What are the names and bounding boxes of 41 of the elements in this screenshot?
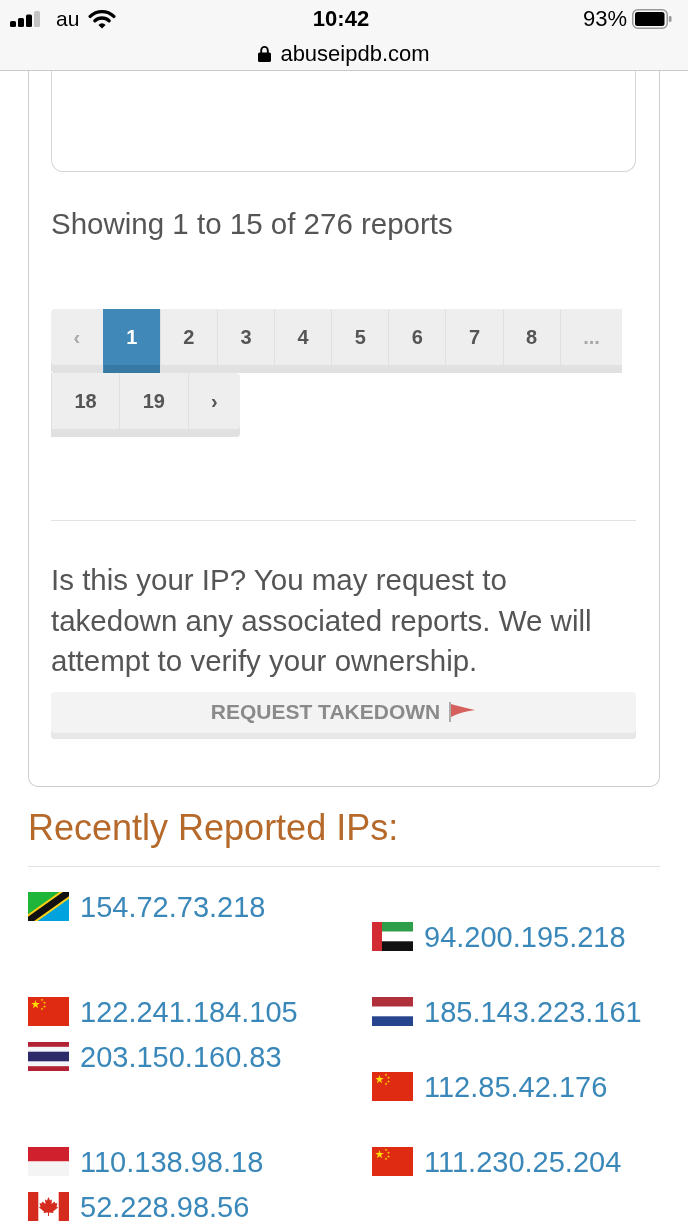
ip-link[interactable]: 110.138.98.18 [80, 1144, 264, 1179]
section-heading: Recently Reported IPs: [28, 806, 400, 849]
page-link[interactable]: 4 [274, 309, 332, 373]
country-flag-icon [372, 1147, 413, 1176]
ip-link[interactable]: 94.200.195.218 [424, 919, 626, 954]
clock-time: 10:42 [312, 6, 370, 32]
country-flag-icon [28, 892, 69, 921]
page-link[interactable]: 5 [331, 309, 389, 373]
country-flag-icon [372, 1072, 413, 1101]
ip-link[interactable]: 52.228.98.56 [80, 1189, 250, 1224]
ip-link[interactable]: 185.143.223.161 [424, 994, 642, 1029]
takedown-button[interactable]: REQUEST TAKEDOWN [51, 691, 636, 739]
page-link[interactable]: 2 [159, 309, 217, 373]
ip-link[interactable]: 203.150.160.83 [80, 1039, 282, 1074]
page-link[interactable]: 3 [216, 309, 275, 373]
country-flag-icon [372, 997, 413, 1026]
page-link[interactable]: 1 [102, 309, 160, 373]
wifi-icon [88, 9, 117, 29]
page-link[interactable]: 19 [119, 373, 188, 437]
country-flag-icon [28, 1042, 69, 1071]
country-flag-icon [28, 997, 69, 1026]
page-link[interactable]: 7 [445, 309, 503, 373]
country-flag-icon [28, 1147, 69, 1176]
ip-link[interactable]: 154.72.73.218 [80, 889, 266, 924]
signal-icon [10, 11, 40, 27]
carrier-label: au [56, 7, 80, 31]
takedown-text: Is this your IP? You may request to takedown any associated reports. We will attempt to verify your ownership. [51, 562, 593, 679]
ip-link[interactable]: 122.241.184.105 [80, 994, 298, 1029]
page-link[interactable]: 6 [388, 309, 446, 373]
lock-icon [258, 45, 272, 62]
results-summary: Showing 1 to 15 of 276 reports [51, 207, 454, 241]
battery-percent: 93% [582, 6, 627, 32]
page-link[interactable]: › [187, 373, 241, 437]
ip-link[interactable]: 111.230.25.204 [424, 1144, 622, 1179]
country-flag-icon [372, 922, 413, 951]
battery-icon [632, 9, 672, 29]
page-link[interactable]: 18 [51, 373, 120, 437]
country-flag-icon [28, 1192, 69, 1221]
page-link[interactable]: 8 [502, 309, 560, 373]
ip-link[interactable]: 112.85.42.176 [424, 1069, 608, 1104]
address-text[interactable]: abuseipdb.com [280, 40, 430, 67]
